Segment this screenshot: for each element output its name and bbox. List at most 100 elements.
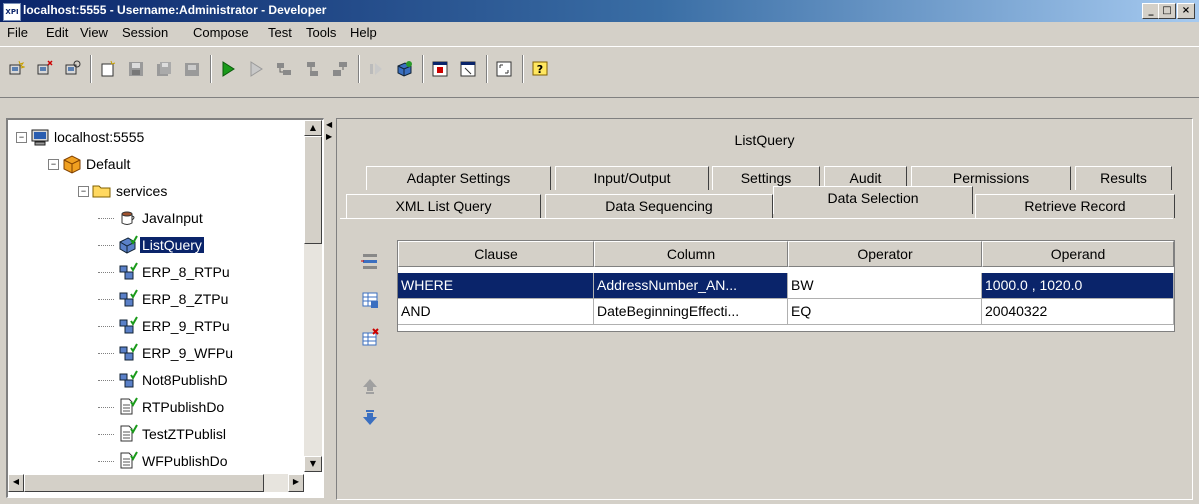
- collapse-right-icon[interactable]: ▶: [326, 132, 332, 141]
- save-all-icon[interactable]: [152, 57, 176, 81]
- tree-item-label: RTPublishDo: [142, 399, 225, 415]
- window-icon[interactable]: [428, 57, 452, 81]
- collapse-left-icon[interactable]: ◀: [326, 120, 332, 129]
- tree-connector: [98, 326, 114, 327]
- move-down-icon[interactable]: [358, 406, 382, 430]
- maximize-button[interactable]: □: [1158, 3, 1176, 19]
- tree-item[interactable]: ERP_8_RTPu: [8, 261, 304, 283]
- tree-item[interactable]: ListQuery: [8, 234, 304, 256]
- flow-service-icon: [118, 262, 138, 282]
- delete-row-icon[interactable]: [358, 326, 382, 350]
- tree-item[interactable]: ERP_9_WFPu: [8, 342, 304, 364]
- tree-item[interactable]: ERP_8_ZTPu: [8, 288, 304, 310]
- menu-bar: File Edit View Session Compose Test Tool…: [0, 22, 1199, 44]
- flow-service-icon: [118, 316, 138, 336]
- cell-operand[interactable]: 1000.0 , 1020.0: [982, 273, 1174, 299]
- column-header-clause[interactable]: Clause: [398, 241, 594, 267]
- scroll-right-button[interactable]: ▶: [288, 474, 304, 492]
- tree-item[interactable]: TestZTPublisl: [8, 423, 304, 445]
- trace-disabled-icon[interactable]: [364, 57, 388, 81]
- column-header-column[interactable]: Column: [594, 241, 788, 267]
- package-icon: [62, 154, 82, 174]
- table-row[interactable]: WHERE AddressNumber_AN... BW 1000.0 , 10…: [398, 273, 1174, 299]
- close-button[interactable]: ×: [1177, 3, 1195, 19]
- menu-view[interactable]: View: [80, 25, 108, 40]
- help-icon[interactable]: ?: [528, 57, 552, 81]
- step-into-icon[interactable]: [300, 57, 324, 81]
- tree-expander[interactable]: −: [48, 159, 59, 170]
- run-icon[interactable]: [216, 57, 240, 81]
- toolbar-separator: [358, 55, 360, 83]
- cell-operator[interactable]: EQ: [788, 299, 982, 325]
- restore-icon[interactable]: [456, 57, 480, 81]
- refresh-server-icon[interactable]: [60, 57, 84, 81]
- tree-item[interactable]: RTPublishDo: [8, 396, 304, 418]
- tab-results[interactable]: Results: [1075, 166, 1172, 190]
- menu-edit[interactable]: Edit: [46, 25, 68, 40]
- run-disabled-icon[interactable]: [244, 57, 268, 81]
- tree-item[interactable]: WFPublishDo: [8, 450, 304, 472]
- tree-vertical-scrollbar[interactable]: ▲ ▼: [304, 120, 322, 472]
- tree-item[interactable]: − Default: [8, 153, 304, 175]
- menu-compose[interactable]: Compose: [193, 25, 249, 40]
- unlock-icon[interactable]: [180, 57, 204, 81]
- tab-input-output[interactable]: Input/Output: [555, 166, 709, 190]
- pane-splitter[interactable]: ◀ ▶: [325, 118, 335, 502]
- tab-xml-list-query[interactable]: XML List Query: [346, 194, 541, 218]
- tree-connector: [98, 380, 114, 381]
- scroll-down-button[interactable]: ▼: [304, 456, 322, 472]
- tree-item[interactable]: − services: [8, 180, 304, 202]
- cell-operand[interactable]: 20040322: [982, 299, 1174, 325]
- tree-item[interactable]: JavaInput: [8, 207, 304, 229]
- tab-data-selection[interactable]: Data Selection: [773, 186, 973, 214]
- build-icon[interactable]: [392, 57, 416, 81]
- new-element-icon[interactable]: [96, 57, 120, 81]
- step-icon[interactable]: [272, 57, 296, 81]
- toolbar-separator: [210, 55, 212, 83]
- tab-baseline: [340, 218, 1173, 219]
- menu-help[interactable]: Help: [350, 25, 377, 40]
- insert-row-icon[interactable]: [358, 250, 382, 274]
- tab-data-sequencing[interactable]: Data Sequencing: [545, 194, 773, 218]
- java-service-icon: [118, 208, 138, 228]
- tree-expander[interactable]: −: [16, 132, 27, 143]
- tree-expander[interactable]: −: [78, 186, 89, 197]
- scroll-thumb-horizontal[interactable]: [24, 474, 264, 492]
- cell-column[interactable]: DateBeginningEffecti...: [594, 299, 788, 325]
- tree-item[interactable]: ERP_9_RTPu: [8, 315, 304, 337]
- tree-item[interactable]: Not8PublishD: [8, 369, 304, 391]
- cell-column[interactable]: AddressNumber_AN...: [594, 273, 788, 299]
- fit-icon[interactable]: [492, 57, 516, 81]
- menu-tools[interactable]: Tools: [306, 25, 336, 40]
- remove-server-icon[interactable]: [32, 57, 56, 81]
- cell-clause[interactable]: AND: [398, 299, 594, 325]
- column-header-operator[interactable]: Operator: [788, 241, 982, 267]
- add-row-icon[interactable]: [358, 288, 382, 312]
- title-bar[interactable]: XPI localhost:5555 - Username:Administra…: [0, 0, 1199, 22]
- scroll-left-button[interactable]: ◀: [8, 474, 24, 492]
- toolbar-separator: [486, 55, 488, 83]
- save-icon[interactable]: [124, 57, 148, 81]
- tree-item-label: JavaInput: [142, 210, 203, 226]
- data-selection-table[interactable]: Clause Column Operator Operand WHERE Add…: [397, 240, 1175, 332]
- tree-horizontal-scrollbar[interactable]: ◀ ▶: [8, 474, 304, 492]
- service-tree[interactable]: − localhost:5555 − Default − services JavaInpu…: [6, 118, 324, 498]
- tree-item-label: ListQuery: [140, 237, 204, 253]
- menu-test[interactable]: Test: [268, 25, 292, 40]
- scroll-thumb[interactable]: [304, 136, 322, 244]
- move-up-icon[interactable]: [358, 374, 382, 398]
- column-header-operand[interactable]: Operand: [982, 241, 1174, 267]
- scroll-up-button[interactable]: ▲: [304, 120, 322, 136]
- tab-adapter-settings[interactable]: Adapter Settings: [366, 166, 551, 190]
- tree-item[interactable]: − localhost:5555: [8, 126, 304, 148]
- toolbar-separator: [522, 55, 524, 83]
- menu-session[interactable]: Session: [122, 25, 168, 40]
- flow-service-icon: [118, 343, 138, 363]
- table-row[interactable]: AND DateBeginningEffecti... EQ 20040322: [398, 299, 1174, 325]
- new-server-icon[interactable]: [4, 57, 28, 81]
- tab-retrieve-record[interactable]: Retrieve Record: [975, 194, 1175, 218]
- cell-operator[interactable]: BW: [788, 273, 982, 299]
- menu-file[interactable]: File: [7, 25, 28, 40]
- cell-clause[interactable]: WHERE: [398, 273, 594, 299]
- step-out-icon[interactable]: [328, 57, 352, 81]
